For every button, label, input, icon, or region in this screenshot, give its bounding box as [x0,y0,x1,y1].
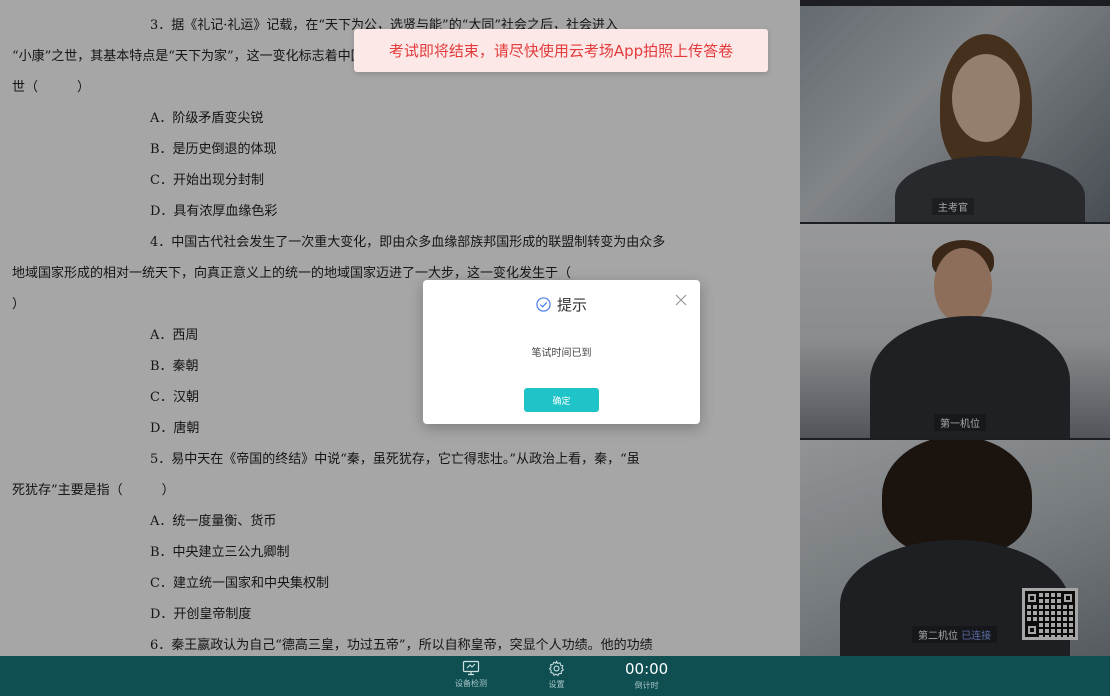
timer-value: 00:00 [625,660,669,678]
countdown-timer: 00:00 倒计时 [625,660,668,691]
dialog-message: 笔试时间已到 [531,348,592,359]
time-up-dialog: 提示 笔试时间已到 确定 [423,280,700,424]
settings-label: 设置 [548,680,565,689]
confirm-button[interactable]: 确定 [524,388,599,412]
device-check-label: 设备检测 [455,679,487,688]
close-icon[interactable] [674,292,688,306]
dialog-title-text: 提示 [556,296,587,314]
timer-label: 倒计时 [634,681,659,690]
bottom-toolbar: 设备检测 设置 00:00 倒计时 [0,656,1110,696]
device-check-button[interactable]: 设备检测 [455,660,487,689]
check-circle-icon [536,297,551,312]
gear-icon [548,660,565,677]
exam-ending-toast: 考试即将结束，请尽快使用云考场App拍照上传答卷 [354,29,768,72]
dialog-title: 提示 [423,294,700,315]
settings-button[interactable]: 设置 [548,660,565,690]
monitor-icon [462,660,480,676]
